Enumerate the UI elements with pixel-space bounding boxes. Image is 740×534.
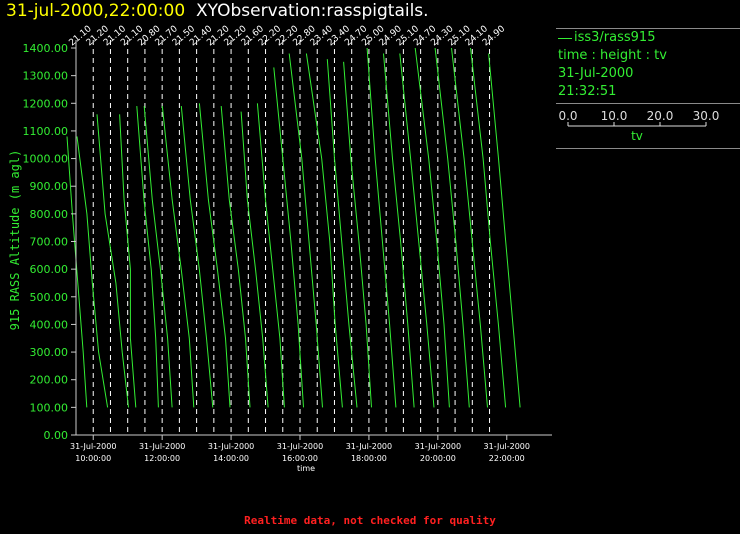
profile-trace [256,103,285,408]
x-tick-label-date: 31-Jul-2000 [277,442,323,451]
profile-traces [66,47,521,408]
x-axis-ticks: 31-Jul-2000 10:00:00 31-Jul-2000 12:00:00 31… [70,435,530,463]
legend-line-swatch [558,37,572,39]
y-tick-label: 400.00 [30,318,69,331]
y-tick-label: 1100.00 [23,125,69,138]
y-tick-label: 700.00 [30,236,69,249]
y-tick-label: 200.00 [30,374,69,387]
profile-trace [366,47,397,408]
profile-trace [434,47,470,408]
y-tick-label: 500.00 [30,291,69,304]
tv-scale-tick-label: 10.0 [601,109,628,123]
profile-trace [66,136,88,408]
rass-pigtail-chart: 0.00 100.00 200.00 300.00 400.00 500.00 600.00… [8,24,552,473]
legend-panel: iss3/rass915 time : height : tv 31-Jul-2… [556,28,740,149]
tv-scale-tick-label: 0.0 [558,109,577,123]
profile-trace [76,136,109,408]
profile-trace [305,53,343,408]
tv-scale-label: tv [631,129,643,143]
y-tick-label: 900.00 [30,180,69,193]
profile-labels: 21.1021.2021.1021.1020.8021.7021.5021.40… [68,24,508,48]
x-tick-label-time: 20:00:00 [420,454,456,463]
x-tick-label-date: 31-Jul-2000 [346,442,392,451]
x-tick-label-time: 10:00:00 [75,454,111,463]
y-tick-label: 100.00 [30,401,69,414]
tv-scale-tick-label: 20.0 [647,109,674,123]
tv-scale: 0.0 10.0 20.0 30.0 tv [556,108,740,148]
y-tick-label: 0.00 [44,429,69,442]
profile-trace [161,106,195,408]
profile-trace [451,47,488,408]
y-tick-label: 1300.00 [23,70,69,83]
legend-series: iss3/rass915 [556,29,740,47]
y-tick-label: 1000.00 [23,153,69,166]
profile-trace [273,67,304,408]
legend-time: 21:32:51 [558,84,617,99]
chart-axes [75,40,552,436]
x-tick-label-time: 18:00:00 [351,454,387,463]
x-tick-label-time: 12:00:00 [144,454,180,463]
x-axis-label: time [297,464,315,473]
profile-trace [96,114,129,408]
y-tick-label: 1200.00 [23,97,69,110]
profile-trace [240,111,269,408]
profile-trace [220,106,251,408]
x-tick-label-date: 31-Jul-2000 [415,442,461,451]
legend-series-name: iss3/rass915 [574,30,656,45]
x-tick-label-date: 31-Jul-2000 [139,442,185,451]
profile-trace [343,61,372,408]
profile-trace [414,47,450,408]
profile-trace [143,106,173,408]
y-axis-ticks: 0.00 100.00 200.00 300.00 400.00 500.00 600.00… [23,42,76,442]
y-tick-label: 1400.00 [23,42,69,55]
y-tick-label: 600.00 [30,263,69,276]
tv-scale-tick-label: 30.0 [693,109,720,123]
profile-trace [383,53,415,408]
profile-trace [399,53,435,408]
profile-trace [198,103,231,408]
y-tick-label: 300.00 [30,346,69,359]
legend-divider [556,103,740,104]
x-tick-label-date: 31-Jul-2000 [208,442,254,451]
y-axis-label: 915 RASS Altitude (m agl) [8,150,22,331]
legend-divider [556,148,740,149]
x-tick-label-date: 31-Jul-2000 [484,442,530,451]
profile-trace [470,47,507,408]
x-tick-label-time: 22:00:00 [489,454,525,463]
profile-trace [326,59,358,408]
profile-trace [488,53,521,408]
legend-date: 31-Jul-2000 [558,66,634,81]
x-tick-label-date: 31-Jul-2000 [70,442,116,451]
legend-axes: time : height : tv [558,48,667,63]
quality-footer: Realtime data, not checked for quality [244,514,496,527]
x-tick-label-time: 16:00:00 [282,454,318,463]
y-tick-label: 800.00 [30,208,69,221]
x-tick-label-time: 14:00:00 [213,454,249,463]
